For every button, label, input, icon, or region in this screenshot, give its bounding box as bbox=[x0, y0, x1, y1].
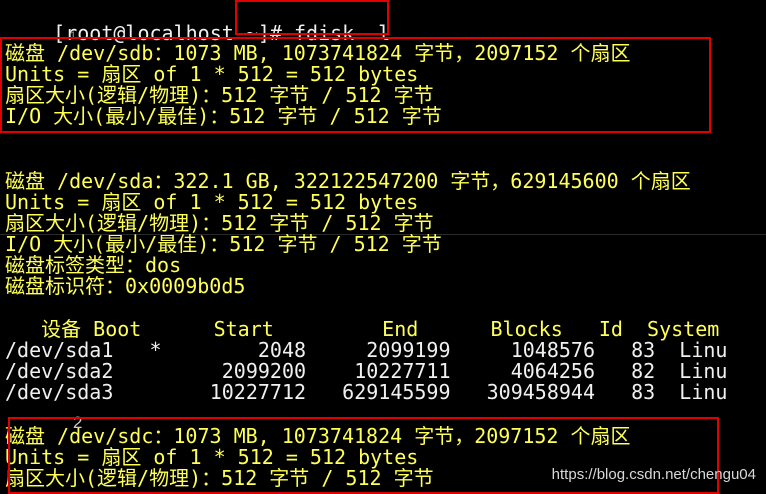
sdb-highlight-box bbox=[0, 37, 711, 133]
sda-identifier-line: 磁盘标识符：0x0009b0d5 bbox=[5, 274, 246, 298]
sda-units-line: Units = 扇区 of 1 * 512 = 512 bytes bbox=[5, 190, 419, 214]
sda-size-line: 磁盘 /dev/sda：322.1 GB, 322122547200 字节，62… bbox=[5, 169, 691, 193]
partition-row-sda1: /dev/sda1 * 2048 2099199 1048576 83 Linu bbox=[5, 338, 728, 362]
sda-io-size-line: I/O 大小(最小/最佳)：512 字节 / 512 字节 bbox=[5, 232, 442, 256]
partition-table-header: 设备 Boot Start End Blocks Id System bbox=[5, 317, 720, 341]
sda-sector-size-line: 扇区大小(逻辑/物理)：512 字节 / 512 字节 bbox=[5, 211, 434, 235]
terminal-window[interactable]: [root@localhost ~]# fdisk -l 磁盘 /dev/sdb… bbox=[0, 0, 766, 494]
partition-row-sda3: /dev/sda3 10227712 629145599 309458944 8… bbox=[5, 380, 728, 404]
sda-label-type-line: 磁盘标签类型：dos bbox=[5, 253, 182, 277]
partition-row-sda2: /dev/sda2 2099200 10227711 4064256 82 Li… bbox=[5, 359, 728, 383]
command-highlight-box bbox=[235, 0, 389, 35]
watermark-text: https://blog.csdn.net/chengu04 bbox=[551, 466, 756, 483]
